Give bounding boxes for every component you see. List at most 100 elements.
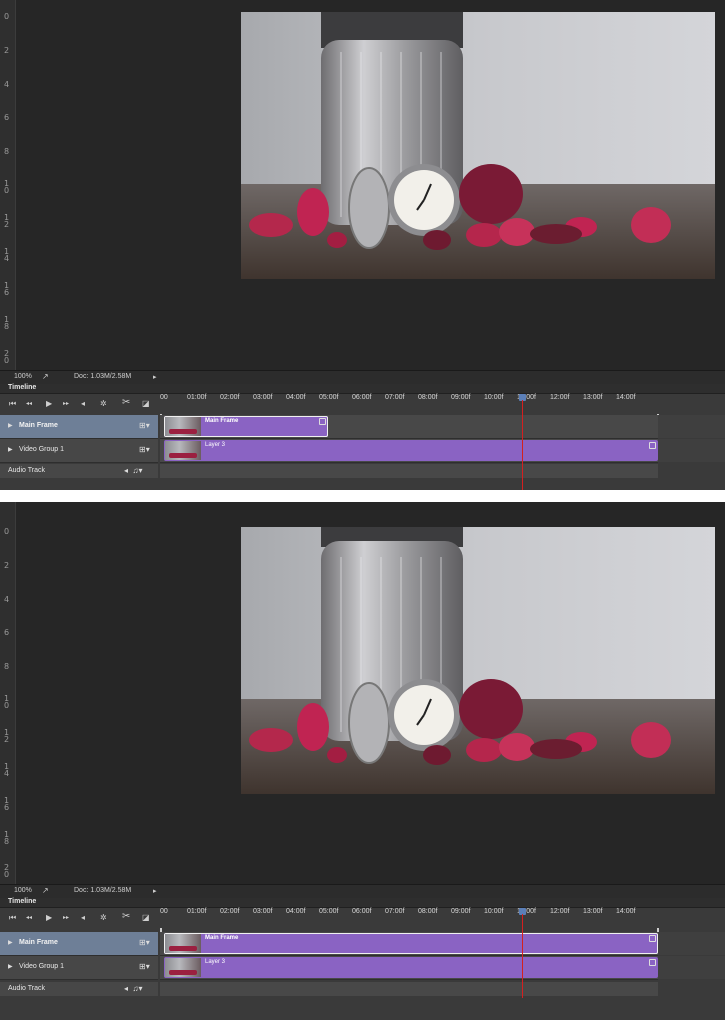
clip-end-icon[interactable] <box>649 442 656 449</box>
time-label: 06:00f <box>352 908 372 915</box>
zoom-level[interactable]: 100% <box>14 373 32 380</box>
time-label: 00 <box>160 394 168 401</box>
time-label: 05:00f <box>319 908 339 915</box>
track-lane[interactable]: Layer 3 <box>160 956 658 980</box>
timeline-title: Timeline <box>8 898 37 905</box>
timeline-panel: Timeline ⏮ ◂◂ ▶ ▸▸ ◂ ✲ ✂ ◪ 00 01:00f 02:… <box>0 384 725 490</box>
track-lane[interactable]: Main Frame <box>160 415 658 439</box>
time-label: 08:00f <box>418 394 438 401</box>
track-menu-icon[interactable]: ⊞▾ <box>139 938 150 947</box>
time-label: 14:00f <box>616 394 636 401</box>
track-header[interactable]: ▶ Video Group 1 ⊞▾ <box>0 439 158 463</box>
clip-name: Main Frame <box>205 935 239 941</box>
track-menu-icon[interactable]: ⊞▾ <box>139 421 150 430</box>
clip-end-icon[interactable] <box>319 418 326 425</box>
time-ruler[interactable]: 00 01:00f 02:00f 03:00f 04:00f 05:00f 06… <box>158 908 725 928</box>
time-label: 05:00f <box>319 394 339 401</box>
track-main-frame[interactable]: ▶ Main Frame ⊞▾ Main Frame <box>0 932 725 956</box>
track-header[interactable]: ▶ Main Frame ⊞▾ <box>0 932 158 956</box>
track-lane[interactable]: Layer 3 <box>160 439 658 463</box>
settings-gear-icon[interactable]: ✲ <box>100 913 107 922</box>
transition-icon[interactable]: ◪ <box>142 399 150 408</box>
clip-thumbnail <box>165 934 201 953</box>
track-video-group-1[interactable]: ▶ Video Group 1 ⊞▾ Layer 3 <box>0 956 725 980</box>
step-back-icon[interactable]: ◂◂ <box>26 400 32 407</box>
share-icon[interactable]: ↗ <box>42 886 49 895</box>
track-menu-icon[interactable]: ⊞▾ <box>139 445 150 454</box>
play-icon[interactable]: ▶ <box>46 399 52 408</box>
time-label: 00 <box>160 908 168 915</box>
status-menu-arrow-icon[interactable]: ▸ <box>153 373 157 381</box>
time-label: 13:00f <box>583 394 603 401</box>
split-scissors-icon[interactable]: ✂ <box>122 911 130 922</box>
settings-gear-icon[interactable]: ✲ <box>100 399 107 408</box>
share-icon[interactable]: ↗ <box>42 372 49 381</box>
expand-arrow-icon[interactable]: ▶ <box>8 939 13 946</box>
video-clip[interactable]: Layer 3 <box>164 957 658 978</box>
timeline-tab[interactable]: Timeline <box>0 898 725 908</box>
ruler-tick: 6 <box>4 113 10 122</box>
track-name: Video Group 1 <box>19 446 65 453</box>
ruler-tick: 2 <box>4 46 10 55</box>
time-ruler[interactable]: 00 01:00f 02:00f 03:00f 04:00f 05:00f 06… <box>158 394 725 414</box>
track-main-frame[interactable]: ▶ Main Frame ⊞▾ Main Frame <box>0 415 725 439</box>
ruler-tick: 1 8 <box>4 830 10 846</box>
video-clip[interactable]: Main Frame <box>164 933 658 954</box>
audio-track-name: Audio Track <box>8 467 45 474</box>
expand-arrow-icon[interactable]: ▶ <box>8 446 13 453</box>
track-lane[interactable]: Main Frame <box>160 932 658 956</box>
time-label: 02:00f <box>220 394 240 401</box>
time-label: 03:00f <box>253 908 273 915</box>
time-label: 02:00f <box>220 908 240 915</box>
play-icon[interactable]: ▶ <box>46 913 52 922</box>
time-label: 12:00f <box>550 908 570 915</box>
zoom-level[interactable]: 100% <box>14 887 32 894</box>
step-forward-icon[interactable]: ▸▸ <box>63 400 69 407</box>
timeline-tab[interactable]: Timeline <box>0 384 725 394</box>
ruler-tick: 4 <box>4 595 10 604</box>
time-label: 09:00f <box>451 394 471 401</box>
time-label: 14:00f <box>616 908 636 915</box>
ruler-tick: 1 6 <box>4 796 10 812</box>
time-label: 09:00f <box>451 908 471 915</box>
clip-end-icon[interactable] <box>649 935 656 942</box>
split-scissors-icon[interactable]: ✂ <box>122 397 130 408</box>
audio-lane[interactable] <box>160 464 658 478</box>
audio-track[interactable]: Audio Track ◂ ♫▾ <box>0 464 725 478</box>
step-forward-icon[interactable]: ▸▸ <box>63 914 69 921</box>
go-to-first-frame-icon[interactable]: ⏮ <box>9 913 16 923</box>
playhead-line[interactable] <box>522 400 523 490</box>
expand-arrow-icon[interactable]: ▶ <box>8 963 13 970</box>
ruler-tick: 1 6 <box>4 281 10 297</box>
canvas-image[interactable] <box>241 527 715 794</box>
step-back-icon[interactable]: ◂◂ <box>26 914 32 921</box>
ruler-tick: 8 <box>4 662 10 671</box>
mute-audio-icon[interactable]: ◂ <box>81 913 85 922</box>
video-clip[interactable]: Main Frame <box>164 416 328 437</box>
ruler-tick: 1 4 <box>4 762 10 778</box>
status-menu-arrow-icon[interactable]: ▸ <box>153 887 157 895</box>
mute-audio-icon[interactable]: ◂ <box>81 399 85 408</box>
audio-track-header: Audio Track ◂ ♫▾ <box>0 464 158 478</box>
canvas-image[interactable] <box>241 12 715 279</box>
ruler-tick: 1 2 <box>4 728 10 744</box>
video-clip[interactable]: Layer 3 <box>164 440 658 461</box>
go-to-first-frame-icon[interactable]: ⏮ <box>9 399 16 409</box>
time-label: 10:00f <box>484 394 504 401</box>
clip-thumbnail <box>165 441 201 460</box>
transition-icon[interactable]: ◪ <box>142 913 150 922</box>
expand-arrow-icon[interactable]: ▶ <box>8 422 13 429</box>
vertical-ruler: 0 2 4 6 8 1 0 1 2 1 4 1 6 1 8 2 0 <box>0 502 16 884</box>
track-video-group-1[interactable]: ▶ Video Group 1 ⊞▾ Layer 3 <box>0 439 725 463</box>
playhead-line[interactable] <box>522 914 523 998</box>
audio-lane[interactable] <box>160 982 658 996</box>
audio-track[interactable]: Audio Track ◂ ♫▾ <box>0 982 725 996</box>
track-menu-icon[interactable]: ⊞▾ <box>139 962 150 971</box>
audio-controls-icon[interactable]: ◂ ♫▾ <box>124 984 142 993</box>
track-name: Main Frame <box>19 422 58 429</box>
track-header[interactable]: ▶ Video Group 1 ⊞▾ <box>0 956 158 980</box>
clip-end-icon[interactable] <box>649 959 656 966</box>
audio-controls-icon[interactable]: ◂ ♫▾ <box>124 466 142 475</box>
time-label: 12:00f <box>550 394 570 401</box>
track-header[interactable]: ▶ Main Frame ⊞▾ <box>0 415 158 439</box>
